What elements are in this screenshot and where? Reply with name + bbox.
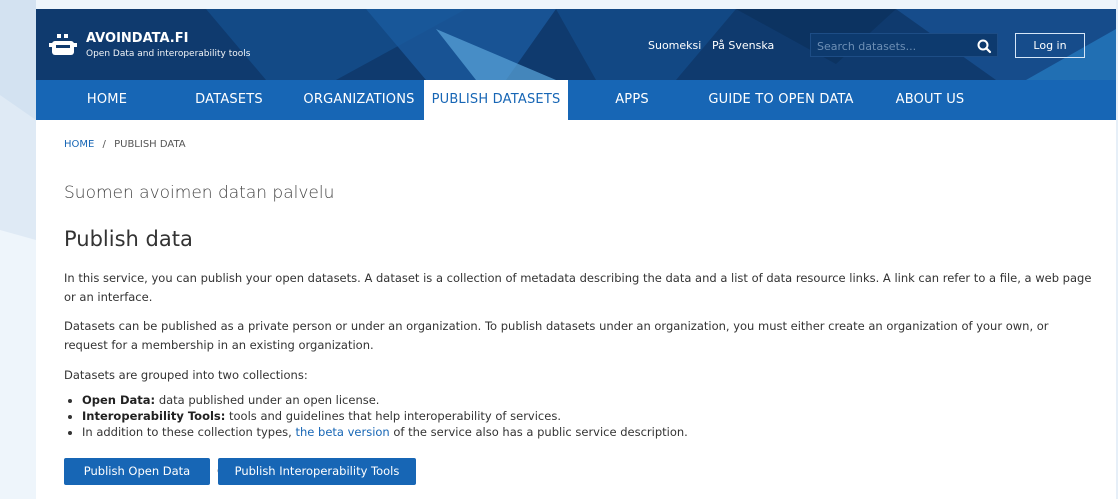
collections-list: Open Data: data published under an open …: [64, 392, 1112, 440]
list-item: In addition to these collection types, t…: [82, 424, 1112, 440]
lang-finnish-link[interactable]: Suomeksi: [648, 39, 701, 52]
bullet-beta-post: of the service also has a public service…: [389, 425, 688, 439]
organization-paragraph: Datasets can be published as a private p…: [64, 319, 1049, 352]
lang-swedish-link[interactable]: På Svenska: [712, 39, 774, 52]
breadcrumb: HOME / PUBLISH DATA: [64, 139, 186, 150]
bullet-open-data-text: data published under an open license.: [155, 393, 380, 407]
beta-version-link[interactable]: the beta version: [295, 425, 389, 439]
nav-item-datasets[interactable]: DATASETS: [182, 80, 276, 120]
publish-interoperability-tools-button[interactable]: Publish Interoperability Tools: [218, 458, 416, 485]
nav-item-guide[interactable]: GUIDE TO OPEN DATA: [700, 80, 862, 120]
main-nav: HOME DATASETS ORGANIZATIONS PUBLISH DATA…: [36, 80, 1116, 120]
bullet-interop-text: tools and guidelines that help interoper…: [225, 409, 561, 423]
page-title: Publish data: [64, 227, 193, 251]
bullet-beta-pre: In addition to these collection types,: [82, 425, 296, 439]
publish-open-data-button[interactable]: Publish Open Data: [64, 458, 210, 485]
bullet-open-data-label: Open Data:: [82, 393, 156, 407]
search-box: [810, 33, 998, 58]
intro-paragraph: In this service, you can publish your op…: [64, 271, 1092, 304]
breadcrumb-separator: /: [102, 139, 106, 150]
nav-item-home[interactable]: HOME: [66, 80, 148, 120]
breadcrumb-current: PUBLISH DATA: [114, 139, 186, 150]
service-title: Suomen avoimen datan palvelu: [64, 183, 335, 203]
main-content: HOME / PUBLISH DATA Suomen avoimen datan…: [36, 120, 1116, 499]
list-item: Open Data: data published under an open …: [82, 392, 1112, 408]
collections-paragraph: Datasets are grouped into two collection…: [64, 368, 308, 382]
search-icon[interactable]: [973, 37, 995, 55]
nav-item-apps[interactable]: APPS: [596, 80, 668, 120]
site-logo[interactable]: AVOINDATA.FI Open Data and interoperabil…: [48, 32, 250, 60]
login-button[interactable]: Log in: [1015, 33, 1085, 58]
site-header: AVOINDATA.FI Open Data and interoperabil…: [36, 9, 1116, 80]
logo-icon: [49, 34, 77, 55]
nav-item-publish-datasets[interactable]: PUBLISH DATASETS: [424, 80, 568, 120]
brand-title: AVOINDATA.FI: [86, 31, 189, 46]
nav-item-organizations[interactable]: ORGANIZATIONS: [298, 80, 420, 120]
nav-item-about[interactable]: ABOUT US: [886, 80, 974, 120]
search-input[interactable]: [811, 34, 979, 58]
bullet-interop-label: Interoperability Tools:: [82, 409, 226, 423]
breadcrumb-home-link[interactable]: HOME: [64, 139, 94, 150]
list-item: Interoperability Tools: tools and guidel…: [82, 408, 1112, 424]
brand-subtitle: Open Data and interoperability tools: [86, 49, 251, 59]
